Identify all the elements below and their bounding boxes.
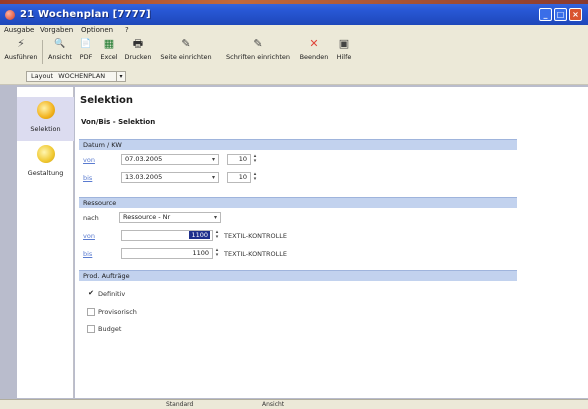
datum-bis-input[interactable]: 13.03.2005 ▾ (121, 172, 219, 183)
ressource-von-label[interactable]: von (83, 232, 95, 240)
ressource-bis-input[interactable]: 1100 (121, 248, 213, 259)
menu-bar: Ausgabe Vorgaben Optionen ? (0, 25, 588, 36)
exit-button[interactable]: ✕ Beenden (298, 37, 330, 62)
page-setup-button[interactable]: ✎ Seite einrichten (156, 37, 216, 62)
spinner-icon[interactable]: ▴ ▾ (214, 230, 220, 241)
page-setup-label: Seite einrichten (160, 53, 212, 61)
excel-button[interactable]: ▦ Excel (97, 37, 121, 62)
pdf-button[interactable]: 📄 PDF (76, 38, 96, 61)
side-nav: Selektion Gestaltung (17, 87, 74, 398)
printer-icon: 🖶 (132, 37, 144, 50)
toolbar-separator (42, 40, 43, 64)
help-label: Hilfe (336, 53, 352, 61)
menu-help[interactable]: ? (125, 26, 129, 34)
ressource-von-input[interactable]: 1100 (121, 230, 213, 241)
pdf-icon: 📄 (80, 39, 92, 49)
datum-von-value: 07.03.2005 (125, 155, 163, 163)
font-setup-icon: ✎ (253, 37, 263, 50)
ressource-nach-select[interactable]: Ressource - Nr ▾ (119, 212, 221, 223)
menu-ausgabe[interactable]: Ausgabe (4, 26, 34, 34)
status-left: Standard (166, 401, 194, 408)
exit-icon: ✕ (309, 37, 319, 50)
chevron-down-icon[interactable]: ▾ (209, 173, 218, 182)
nav-item-selektion[interactable]: Selektion (17, 97, 74, 141)
nav-item-label: Gestaltung (27, 169, 64, 177)
chevron-down-icon[interactable]: ▾ (209, 155, 218, 164)
datum-von-kw-input[interactable]: 10 (227, 154, 251, 165)
page-setup-icon: ✎ (181, 37, 191, 50)
ressource-bis-value: 1100 (192, 249, 209, 257)
nav-item-gestaltung[interactable]: Gestaltung (17, 141, 74, 185)
ressource-von-value: 1100 (189, 231, 210, 239)
spinner-icon[interactable]: ▴ ▾ (252, 154, 258, 165)
close-button[interactable]: × (569, 8, 582, 21)
menu-optionen[interactable]: Optionen (81, 26, 113, 34)
chevron-down-icon[interactable]: ▾ (211, 213, 220, 222)
run-button[interactable]: ⚡ Ausführen (2, 37, 40, 62)
layout-select[interactable]: Layout WOCHENPLAN ▾ (26, 71, 126, 82)
section-datum-header: Datum / KW (79, 139, 517, 150)
datum-von-input[interactable]: 07.03.2005 ▾ (121, 154, 219, 165)
datum-bis-value: 13.03.2005 (125, 173, 163, 181)
checkbox-provisorisch[interactable] (87, 308, 95, 316)
section-ressource-header: Ressource (79, 197, 517, 208)
checkbox-definitiv-label: Definitiv (98, 290, 126, 298)
title-bar: 21 Wochenplan [7777] _ □ × (0, 0, 588, 25)
checkbox-provisorisch-label: Provisorisch (98, 308, 137, 316)
font-setup-label: Schriften einrichten (226, 53, 290, 61)
page-subtitle: Von/Bis - Selektion (81, 118, 156, 126)
print-button[interactable]: 🖶 Drucken (122, 37, 154, 62)
datum-bis-label[interactable]: bis (83, 174, 92, 182)
excel-label: Excel (100, 53, 118, 61)
ressource-bis-label[interactable]: bis (83, 250, 92, 258)
status-right: Ansicht (262, 401, 285, 408)
selection-icon (36, 101, 55, 119)
run-label: Ausführen (4, 53, 38, 61)
layout-row: Layout WOCHENPLAN ▾ (0, 69, 588, 85)
datum-bis-kw-input[interactable]: 10 (227, 172, 251, 183)
checkbox-budget-label: Budget (98, 325, 122, 333)
help-button[interactable]: ▣ Hilfe (333, 37, 355, 62)
minimize-button[interactable]: _ (539, 8, 552, 21)
toolbar: ⚡ Ausführen 🔍 Ansicht 📄 PDF ▦ Excel 🖶 Dr… (0, 36, 588, 69)
datum-von-label[interactable]: von (83, 156, 95, 164)
spinner-icon[interactable]: ▴ ▾ (214, 248, 220, 259)
layout-label: Layout (31, 72, 54, 80)
preview-button[interactable]: 🔍 Ansicht (45, 38, 75, 61)
page-title: Selektion (80, 95, 134, 106)
exit-label: Beenden (299, 53, 329, 61)
ressource-nach-value: Ressource - Nr (123, 213, 171, 221)
status-bar: Standard Ansicht (0, 399, 588, 409)
chevron-down-icon[interactable]: ▾ (116, 72, 125, 81)
menu-vorgaben[interactable]: Vorgaben (40, 26, 73, 34)
preview-label: Ansicht (47, 53, 72, 61)
run-icon: ⚡ (17, 37, 25, 50)
section-auftraege-header: Prod. Aufträge (79, 270, 517, 281)
datum-von-kw-value: 10 (238, 155, 247, 163)
window-title: 21 Wochenplan [7777] (20, 9, 151, 20)
ressource-von-description: TEXTIL-KONTROLLE (224, 232, 287, 240)
layout-value: WOCHENPLAN (58, 72, 106, 80)
excel-icon: ▦ (103, 37, 115, 50)
preview-icon: 🔍 (54, 39, 66, 49)
ressource-bis-description: TEXTIL-KONTROLLE (224, 250, 287, 258)
maximize-button[interactable]: □ (554, 8, 567, 21)
datum-bis-kw-value: 10 (238, 173, 247, 181)
main-panel: Selektion Von/Bis - Selektion Datum / KW… (75, 87, 588, 398)
design-icon (36, 145, 55, 163)
font-setup-button[interactable]: ✎ Schriften einrichten (219, 37, 297, 62)
print-label: Drucken (124, 53, 152, 61)
pdf-label: PDF (79, 53, 93, 61)
spinner-icon[interactable]: ▴ ▾ (252, 172, 258, 183)
title-bar-edge (0, 0, 588, 4)
checkbox-definitiv[interactable]: ✔ (87, 290, 95, 298)
checkbox-budget[interactable] (87, 325, 95, 333)
help-icon: ▣ (338, 37, 350, 50)
nav-item-label: Selektion (30, 125, 61, 133)
ressource-nach-label: nach (83, 214, 99, 222)
app-icon[interactable] (5, 10, 15, 20)
